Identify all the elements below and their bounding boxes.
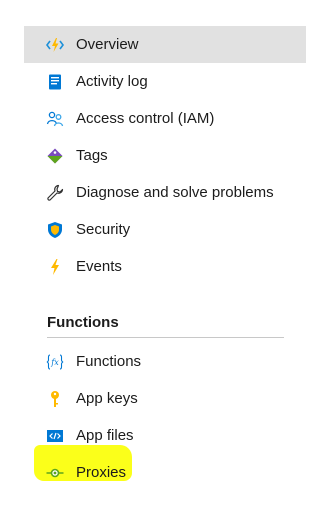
wrench-icon: [46, 184, 64, 202]
activity-log-icon: [46, 73, 64, 91]
users-icon: [46, 110, 64, 128]
menu-item-proxies[interactable]: Proxies: [24, 454, 306, 491]
menu-item-label: Events: [76, 258, 122, 275]
menu-item-events[interactable]: Events: [24, 248, 306, 285]
menu-item-access-control[interactable]: Access control (IAM): [24, 100, 306, 137]
menu-item-diagnose[interactable]: Diagnose and solve problems: [24, 174, 306, 211]
menu-item-app-files[interactable]: App files: [24, 417, 306, 454]
menu-item-security[interactable]: Security: [24, 211, 306, 248]
menu-item-label: Functions: [76, 353, 142, 370]
menu-item-activity-log[interactable]: Activity log: [24, 63, 306, 100]
lightning-code-icon: [46, 36, 64, 54]
menu-item-label: Access control (IAM): [76, 110, 215, 127]
resource-menu: Overview Activity log Access control (IA…: [24, 26, 306, 491]
code-file-icon: [46, 427, 64, 445]
menu-item-label: Overview: [76, 36, 139, 53]
menu-item-label: Tags: [76, 147, 108, 164]
section-header-functions: Functions: [47, 314, 119, 331]
menu-item-label: App files: [76, 427, 134, 444]
shield-icon: [46, 221, 64, 239]
menu-item-label: Diagnose and solve problems: [76, 184, 274, 201]
function-fx-icon: fx: [46, 353, 64, 371]
tag-icon: [46, 147, 64, 165]
bolt-icon: [46, 258, 64, 276]
menu-item-label: Activity log: [76, 73, 148, 90]
menu-item-app-keys[interactable]: App keys: [24, 380, 306, 417]
menu-item-overview[interactable]: Overview: [24, 26, 306, 63]
menu-item-label: Security: [76, 221, 131, 238]
proxy-icon: [46, 464, 64, 482]
key-icon: [46, 390, 64, 408]
menu-item-label: Proxies: [76, 464, 127, 481]
menu-item-tags[interactable]: Tags: [24, 137, 306, 174]
svg-text:fx: fx: [50, 358, 59, 367]
menu-item-label: App keys: [76, 390, 138, 407]
menu-item-functions[interactable]: fx Functions: [24, 343, 306, 380]
section-divider: [47, 337, 284, 338]
